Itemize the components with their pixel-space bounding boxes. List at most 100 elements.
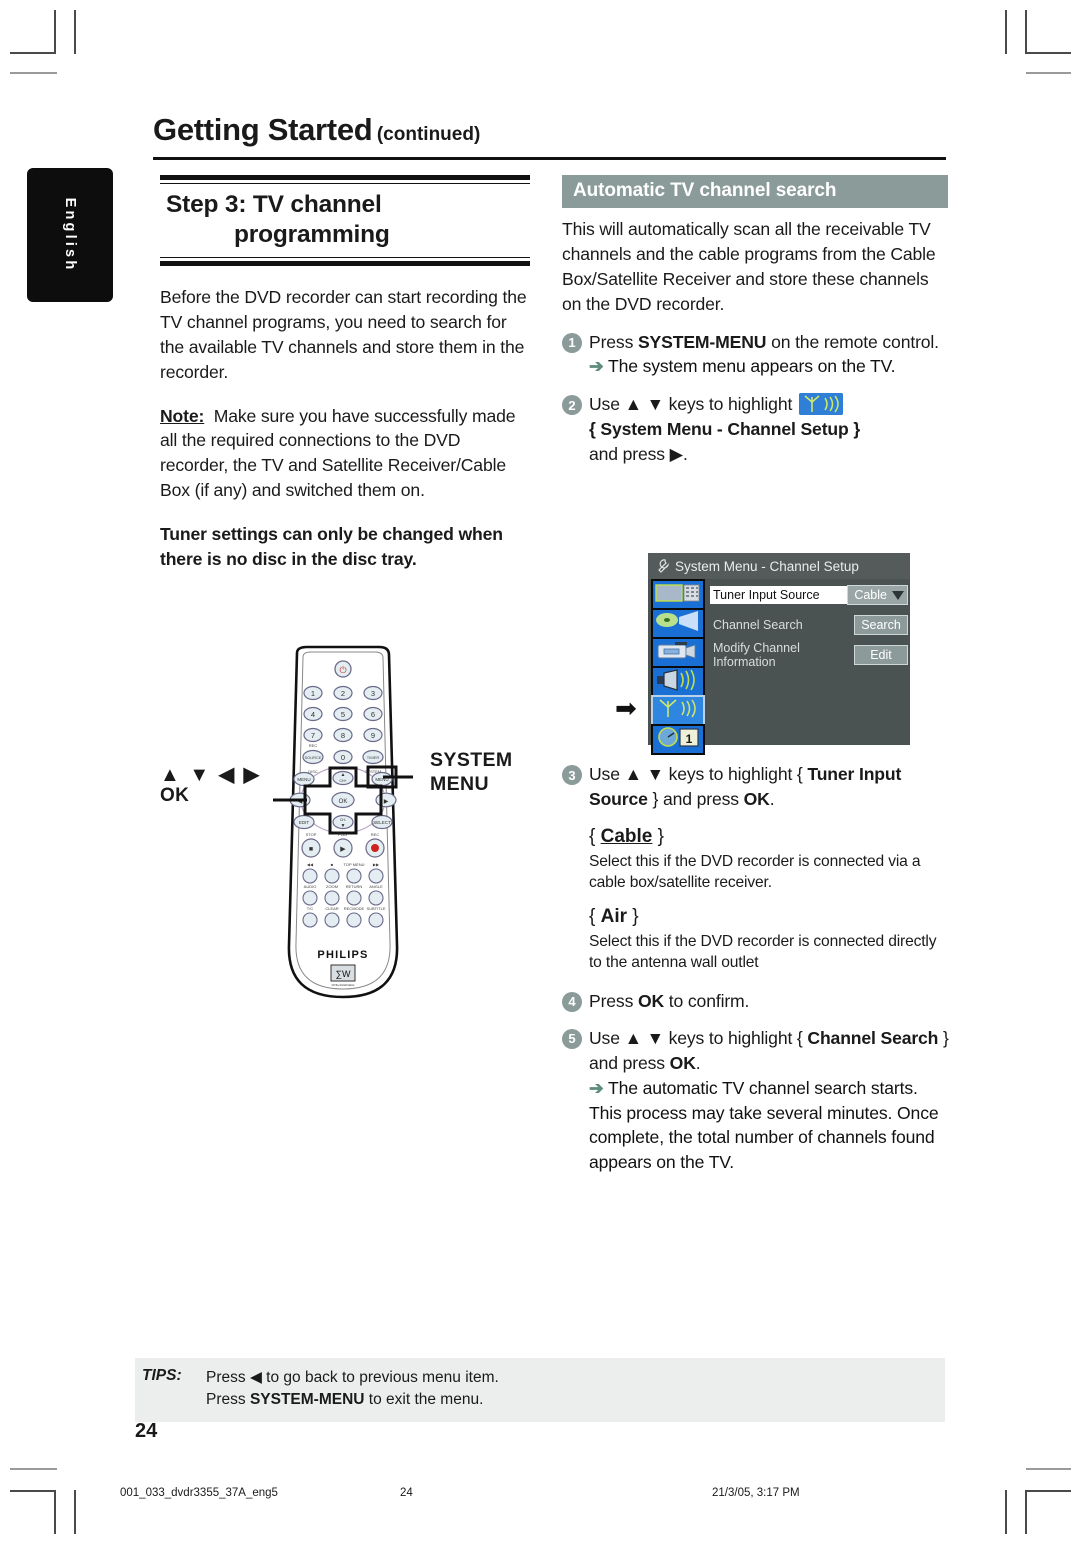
tv-menu-body: 1 Tuner Input Source Cable Channel Searc… [648, 579, 910, 755]
page-number: 24 [135, 1420, 158, 1442]
step-4-pre: Press [589, 990, 638, 1011]
svg-text:7: 7 [311, 731, 315, 740]
svg-text:■: ■ [309, 846, 313, 853]
tv-menu-label-2: Modify Channel Information [713, 641, 800, 669]
option-cable: { Cable } Select this if the DVD recorde… [589, 826, 952, 893]
option-air: { Air } Select this if the DVD recorder … [589, 906, 952, 973]
step-4: 4 Press OK to confirm. [562, 989, 952, 1014]
tv-recorder-icon[interactable] [651, 579, 705, 610]
print-footer-page: 24 [400, 1487, 413, 1499]
step-4-bold: OK [637, 990, 665, 1011]
speaker-audio-icon[interactable] [651, 666, 705, 697]
running-head: Getting Started (continued) [153, 112, 946, 148]
tv-menu-label-0: Tuner Input Source [710, 586, 848, 604]
step-5-bold: Channel Search [807, 1027, 939, 1048]
tips-line-1: Press ◀ to go back to previous menu item… [206, 1367, 499, 1389]
tv-menu-title: System Menu - Channel Setup [675, 558, 859, 574]
system-menu-callout-line1: SYSTEM [430, 749, 513, 771]
modify-channel-edit-button[interactable]: Edit [854, 645, 908, 665]
step-3-text: Use ▲ ▼ keys to highlight { Tuner Input … [589, 762, 952, 812]
step-heading: Step 3: TV channel programming [160, 184, 530, 257]
left-column: Step 3: TV channel programming Before th… [160, 175, 530, 572]
note-label: Note: [160, 405, 205, 426]
playback-icon[interactable] [651, 608, 705, 639]
tv-menu-row-tuner-input-source[interactable]: Tuner Input Source Cable [710, 585, 908, 605]
step-5-bold2: OK [669, 1052, 696, 1073]
step-4-tail: to confirm. [664, 990, 750, 1011]
option-cable-label: { Cable } [589, 825, 664, 847]
svg-text:STOP: STOP [306, 832, 317, 837]
svg-text:▶: ▶ [340, 846, 346, 853]
svg-text:RETURN: RETURN [346, 884, 363, 889]
note-text: Make sure you have successfully made all… [160, 405, 516, 501]
page-title-suffix: (continued) [376, 124, 481, 145]
language-tab-label: English [62, 197, 78, 273]
svg-text:SUBTITLE: SUBTITLE [366, 906, 385, 911]
step-1-result: ➔ The system menu appears on the TV. [589, 354, 939, 379]
step-4-text: Press OK to confirm. [589, 989, 749, 1014]
svg-text:CH+: CH+ [339, 779, 346, 783]
print-footer-datetime: 21/3/05, 3:17 PM [712, 1487, 800, 1499]
tips-line2-pre: Press [206, 1391, 250, 1409]
svg-text:SELECT: SELECT [373, 820, 391, 825]
svg-text:3: 3 [371, 689, 375, 698]
navigation-callout: ▲ ▼ ◀ ▶ OK [160, 762, 261, 807]
crop-mark-bl-v2 [74, 1490, 76, 1534]
clock-timer-icon[interactable]: 1 [651, 724, 705, 755]
result-arrow-icon-2: ➔ [589, 1077, 604, 1098]
step-heading-line2: programming [234, 220, 390, 248]
svg-text:DVD+ReWritable: DVD+ReWritable [332, 983, 355, 987]
svg-text:▼: ▼ [341, 823, 346, 829]
option-air-name: Air [600, 905, 628, 927]
tips-line2-post: to exit the menu. [364, 1391, 484, 1409]
svg-text:6: 6 [371, 710, 375, 719]
step-heading-rule-bottom-thin [160, 256, 530, 259]
right-intro-paragraph: This will automatically scan all the rec… [562, 219, 936, 314]
svg-text:1: 1 [686, 732, 693, 746]
channel-search-button[interactable]: Search [854, 615, 908, 635]
svg-text:CLEAR: CLEAR [325, 906, 338, 911]
option-air-desc: Select this if the DVD recorder is conne… [589, 932, 937, 971]
remote-control-illustration: ⏻ 123 456 789 0 REC SOURCE TIMER DISC SY… [163, 645, 435, 1005]
step-1-key: SYSTEM-MENU [637, 331, 767, 352]
crop-mark-br-h [1026, 1490, 1071, 1492]
crop-mark-bl-h2 [10, 1468, 57, 1470]
crop-mark-br-v [1025, 1490, 1027, 1534]
tv-menu-row-channel-search[interactable]: Channel Search Search [710, 615, 908, 635]
step-3-tail: . [769, 788, 775, 809]
svg-text:PLAY: PLAY [338, 832, 348, 837]
crop-mark-tl-v [54, 10, 56, 54]
tv-menu-row-modify-channel-information[interactable]: Modify Channel Information Edit [710, 641, 908, 669]
svg-text:▲: ▲ [341, 772, 346, 778]
step-heading-rule-top-thick [160, 175, 530, 180]
tips-line-2: Press SYSTEM-MENU to exit the menu. [206, 1389, 499, 1411]
svg-text:5: 5 [341, 710, 345, 719]
running-head-rule [153, 157, 946, 160]
step-1-part1: Press [589, 331, 638, 352]
tips-content: Press ◀ to go back to previous menu item… [206, 1367, 499, 1412]
svg-text:CH-: CH- [340, 818, 347, 822]
step-5-result: ➔ The automatic TV channel search starts… [589, 1076, 952, 1176]
intro-paragraph: Before the DVD recorder can start record… [160, 286, 527, 382]
chevron-down-icon [892, 590, 904, 600]
manual-page: English Getting Started (continued) Step… [0, 0, 1080, 1544]
tips-box: TIPS: Press ◀ to go back to previous men… [135, 1358, 945, 1422]
svg-text:REC: REC [309, 743, 318, 748]
camcorder-icon[interactable] [651, 637, 705, 668]
tuner-input-source-dropdown[interactable]: Cable [847, 585, 908, 605]
step-5: 5 Use ▲ ▼ keys to highlight { Channel Se… [562, 1026, 952, 1175]
tips-label: TIPS: [142, 1367, 182, 1384]
svg-text:TOP MENU: TOP MENU [344, 862, 365, 867]
option-cable-desc: Select this if the DVD recorder is conne… [589, 852, 921, 891]
svg-text:MENU: MENU [297, 777, 310, 782]
system-menu-callout-line2: MENU [430, 773, 490, 796]
svg-text:RECMODE: RECMODE [344, 906, 365, 911]
tips-line1-pre: Press [206, 1369, 250, 1386]
language-tab: English [27, 168, 113, 302]
antenna-channel-icon[interactable] [651, 695, 705, 726]
svg-text:2: 2 [341, 689, 345, 698]
step-5-pre: Use ▲ ▼ keys to highlight { [589, 1027, 803, 1048]
step-2-post: and press ▶. [589, 444, 688, 465]
page-title: Getting Started [153, 112, 373, 147]
step-1: 1 Press SYSTEM-MENU on the remote contro… [562, 330, 948, 380]
